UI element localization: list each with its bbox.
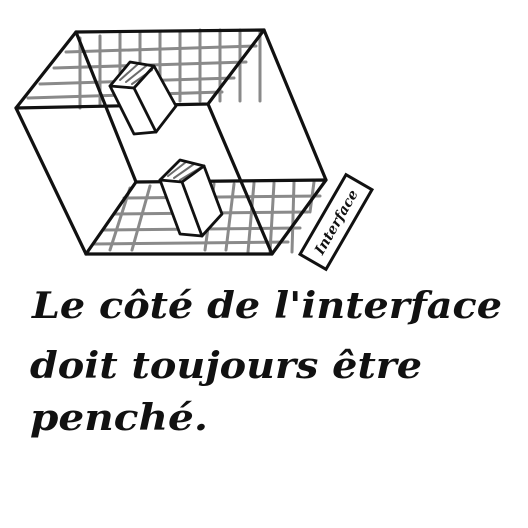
caption-line-3: penché. <box>30 397 208 439</box>
bottom-block <box>158 158 224 238</box>
caption-line-2: doit toujours être <box>30 345 422 387</box>
caption-line-1: Le côté de l'interface <box>31 285 502 327</box>
top-block <box>108 60 178 136</box>
interface-tag: Interface <box>297 172 375 272</box>
interface-sketch: Interface Le côté de l'interface doit to… <box>14 28 502 439</box>
